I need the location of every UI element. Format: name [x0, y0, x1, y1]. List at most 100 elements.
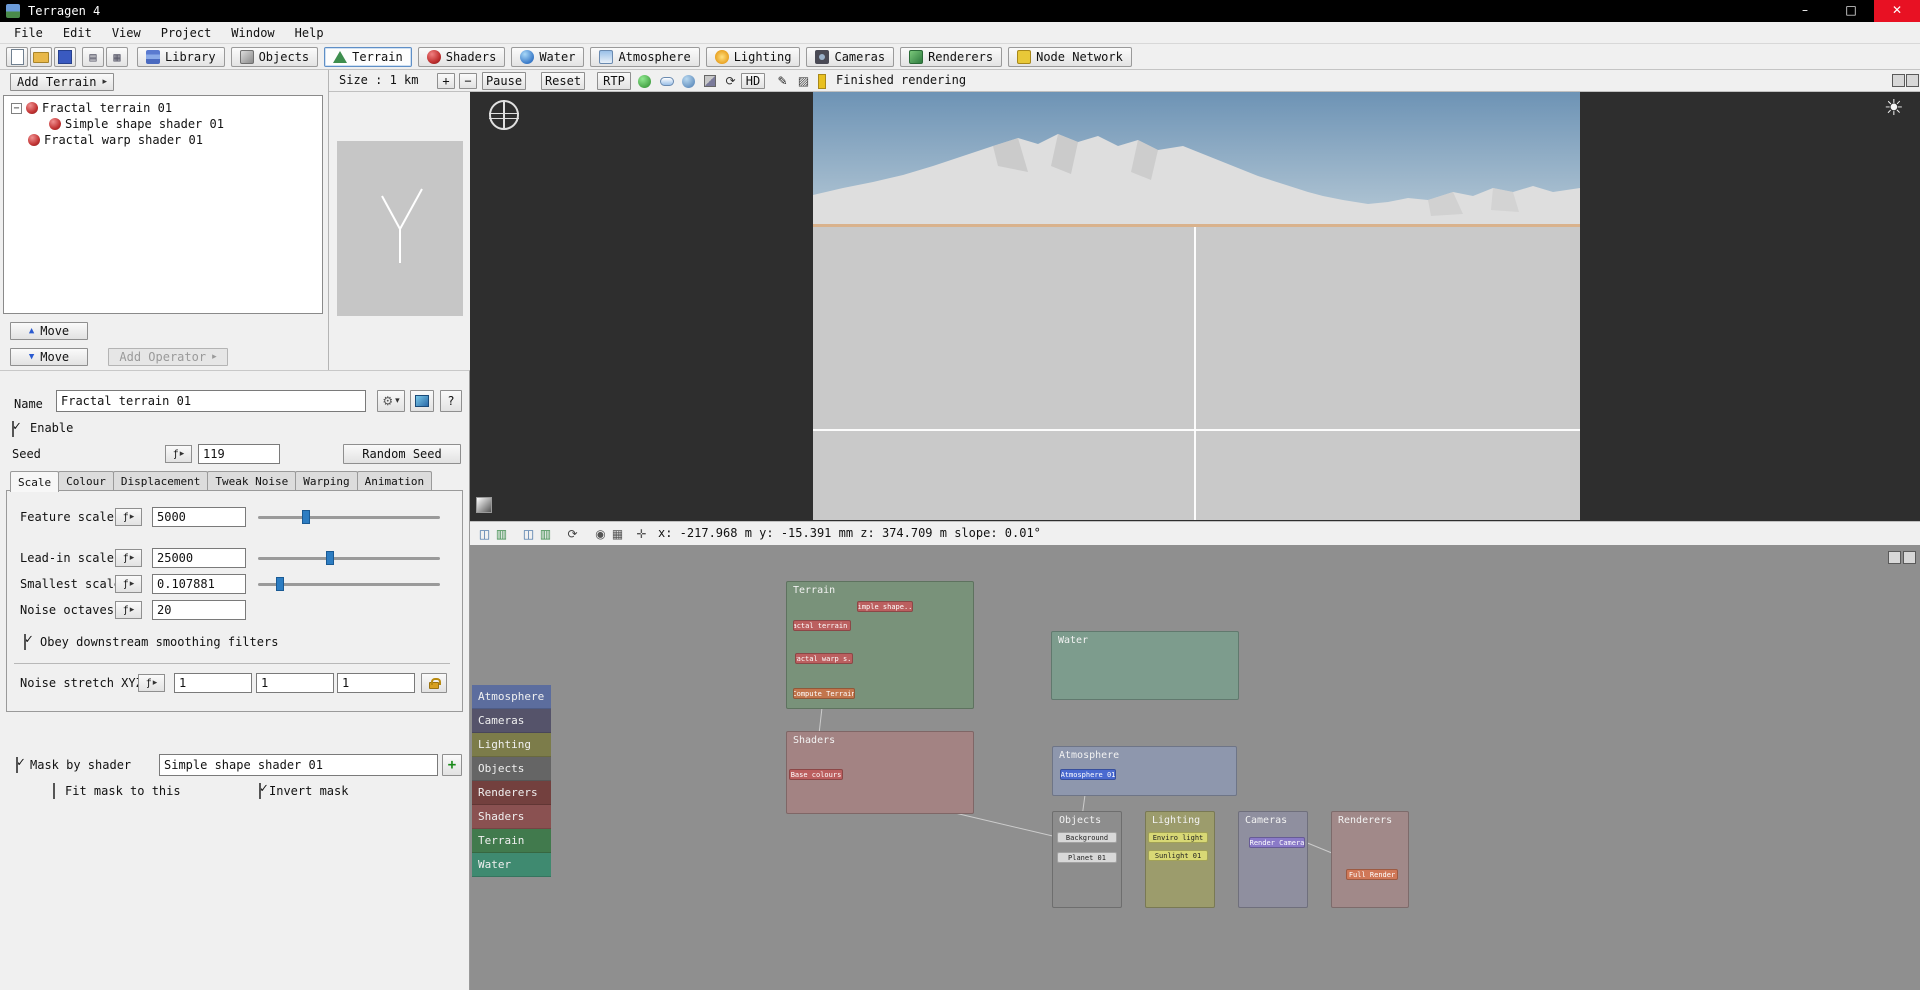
menu-help[interactable]: Help	[285, 22, 334, 44]
legend-terrain[interactable]: Terrain	[472, 829, 551, 853]
noise-stretch-z-input[interactable]: 1	[337, 673, 415, 693]
network-maximize-button[interactable]	[1903, 551, 1916, 564]
node-render-camera[interactable]: Render Camera	[1249, 837, 1305, 848]
feature-scale-fx-button[interactable]: ƒ▸	[115, 508, 142, 526]
tree-row-fractal-terrain[interactable]: − Fractal terrain 01	[11, 100, 172, 116]
node-planet-01[interactable]: Planet 01	[1057, 852, 1117, 863]
atmosphere-button[interactable]: Atmosphere	[590, 47, 699, 67]
legend-lighting[interactable]: Lighting	[472, 733, 551, 757]
node-enviro-light[interactable]: Enviro light	[1148, 832, 1208, 843]
tree-item-label[interactable]: Fractal warp shader 01	[44, 133, 203, 147]
node-atmosphere-01[interactable]: Atmosphere 01	[1060, 769, 1116, 780]
smallest-scale-slider[interactable]	[258, 583, 440, 586]
textures-toggle-icon[interactable]	[701, 73, 718, 89]
group-cameras[interactable]: Cameras	[1238, 811, 1308, 908]
network-detach-button[interactable]	[1888, 551, 1901, 564]
lead-in-scale-fx-button[interactable]: ƒ▸	[115, 549, 142, 567]
sun-position-icon[interactable]: ☀	[1884, 96, 1904, 121]
shaders-button[interactable]: Shaders	[418, 47, 506, 67]
menu-window[interactable]: Window	[221, 22, 284, 44]
smallest-scale-fx-button[interactable]: ƒ▸	[115, 575, 142, 593]
random-seed-button[interactable]: Random Seed	[343, 444, 461, 464]
tree-item-label[interactable]: Simple shape shader 01	[65, 117, 224, 131]
layout-toggle-2-button[interactable]: ▦	[106, 47, 128, 67]
copy-view-icon[interactable]: ◫	[476, 526, 493, 542]
preview-image-button[interactable]	[410, 390, 434, 412]
tree-row-fractal-warp[interactable]: Fractal warp shader 01	[28, 132, 203, 148]
collapse-expander-icon[interactable]: −	[11, 103, 22, 114]
fit-mask-checkbox[interactable]	[53, 783, 55, 799]
save-project-button[interactable]	[54, 47, 76, 67]
mask-by-shader-checkbox[interactable]: ✓	[16, 757, 18, 773]
zoom-in-button[interactable]: +	[437, 73, 455, 89]
save-view-icon[interactable]: ▥	[493, 526, 510, 542]
node-base-colours[interactable]: Base colours	[789, 769, 843, 780]
node-full-render[interactable]: Full Render	[1346, 869, 1398, 880]
tab-animation[interactable]: Animation	[357, 471, 433, 491]
menu-project[interactable]: Project	[151, 22, 222, 44]
node-network-panel[interactable]: Atmosphere Cameras Lighting Objects Rend…	[470, 545, 1920, 990]
lighting-button[interactable]: Lighting	[706, 47, 801, 67]
smallest-scale-input[interactable]: 0.107881	[152, 574, 246, 594]
node-fractal-warp[interactable]: Fractal warp s...	[795, 653, 853, 664]
invert-mask-checkbox[interactable]: ✓	[259, 783, 261, 799]
shading-gradient-icon[interactable]	[476, 497, 492, 513]
new-project-button[interactable]	[6, 47, 28, 67]
node-options-button[interactable]: ⚙ ▾	[377, 390, 405, 412]
node-simple-shape[interactable]: Simple shape...	[857, 601, 913, 612]
viewport-detach-button[interactable]	[1892, 74, 1905, 87]
image-view-icon[interactable]: ▥	[537, 526, 554, 542]
terrain-button[interactable]: Terrain	[324, 47, 412, 67]
slider-handle[interactable]	[326, 551, 334, 565]
move-down-button[interactable]: ▼ Move	[10, 348, 88, 366]
refresh-view-icon[interactable]: ⟳	[722, 73, 739, 89]
pause-button[interactable]: Pause	[482, 72, 526, 90]
minimize-button[interactable]: –	[1782, 0, 1828, 22]
legend-objects[interactable]: Objects	[472, 757, 551, 781]
navigation-gizmo-icon[interactable]	[489, 100, 519, 130]
frame-icon[interactable]: ▦	[609, 526, 626, 542]
menu-file[interactable]: File	[4, 22, 53, 44]
camera-view-icon[interactable]: ◫	[520, 526, 537, 542]
noise-octaves-input[interactable]: 20	[152, 600, 246, 620]
slider-handle[interactable]	[302, 510, 310, 524]
slider-handle[interactable]	[276, 577, 284, 591]
noise-stretch-x-input[interactable]: 1	[174, 673, 252, 693]
exposure-bar-icon[interactable]	[818, 74, 826, 89]
legend-renderers[interactable]: Renderers	[472, 781, 551, 805]
seed-animation-button[interactable]: ƒ▸	[165, 445, 192, 463]
legend-shaders[interactable]: Shaders	[472, 805, 551, 829]
move-up-button[interactable]: ▲ Move	[10, 322, 88, 340]
water-button[interactable]: Water	[511, 47, 584, 67]
assign-shader-button[interactable]: +	[442, 754, 462, 776]
close-button[interactable]: ✕	[1874, 0, 1920, 22]
legend-water[interactable]: Water	[472, 853, 551, 877]
menu-edit[interactable]: Edit	[53, 22, 102, 44]
seed-input[interactable]: 119	[198, 444, 280, 464]
clouds-toggle-icon[interactable]	[658, 73, 675, 89]
legend-atmosphere[interactable]: Atmosphere	[472, 685, 551, 709]
tab-warping[interactable]: Warping	[295, 471, 357, 491]
node-network-button[interactable]: Node Network	[1008, 47, 1132, 67]
obey-smoothing-checkbox[interactable]: ✓	[24, 634, 26, 650]
shader-preview-thumbnail[interactable]	[337, 141, 463, 316]
feature-scale-input[interactable]: 5000	[152, 507, 246, 527]
viewport-maximize-button[interactable]	[1906, 74, 1919, 87]
tab-tweak-noise[interactable]: Tweak Noise	[207, 471, 296, 491]
eye-icon[interactable]: ◉	[592, 526, 609, 542]
add-operator-button[interactable]: Add Operator ▸	[108, 348, 228, 366]
renderers-button[interactable]: Renderers	[900, 47, 1002, 67]
add-terrain-button[interactable]: Add Terrain ▸	[10, 73, 114, 91]
layout-toggle-1-button[interactable]: ▤	[82, 47, 104, 67]
lead-in-scale-input[interactable]: 25000	[152, 548, 246, 568]
legend-cameras[interactable]: Cameras	[472, 709, 551, 733]
noise-stretch-fx-button[interactable]: ƒ▸	[138, 674, 165, 692]
node-fractal-terrain[interactable]: Fractal terrain 01	[793, 620, 851, 631]
maximize-button[interactable]: □	[1828, 0, 1874, 22]
open-project-button[interactable]	[30, 47, 52, 67]
name-input[interactable]: Fractal terrain 01	[56, 390, 366, 412]
shaded-sphere-icon[interactable]	[636, 73, 653, 89]
lead-in-scale-slider[interactable]	[258, 557, 440, 560]
cameras-button[interactable]: Cameras	[806, 47, 894, 67]
enable-checkbox[interactable]: ✓	[12, 421, 14, 437]
